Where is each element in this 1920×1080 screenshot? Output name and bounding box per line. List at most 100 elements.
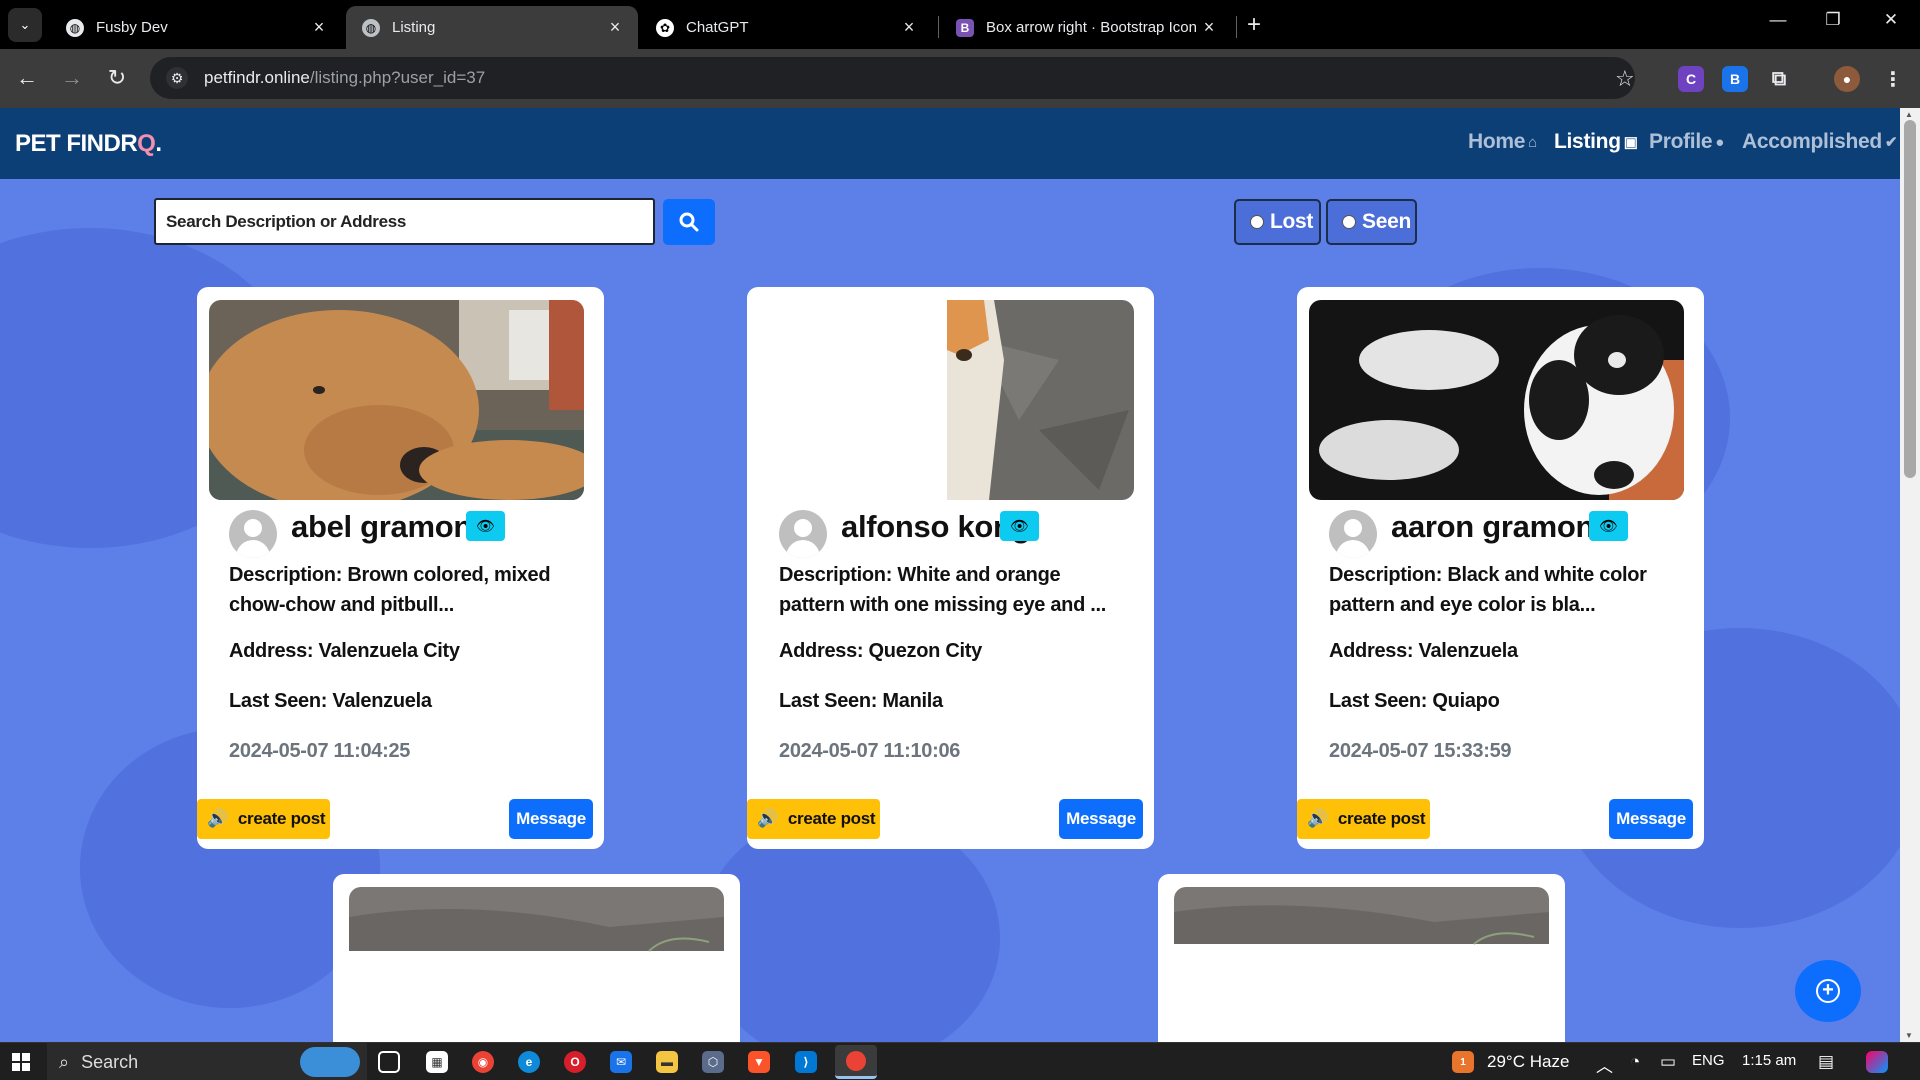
chatgpt-icon: ✿	[656, 18, 674, 37]
post-date: 2024-05-07 15:33:59	[1329, 740, 1512, 762]
plus-circle-icon: +	[1816, 979, 1840, 1003]
close-tab-icon[interactable]: ×	[606, 17, 624, 38]
eye-icon: 👁	[1599, 518, 1618, 535]
battery-icon[interactable]: ▭	[1660, 1052, 1676, 1072]
weather-icon: 1	[1452, 1051, 1474, 1073]
nav-accomplished[interactable]: Accomplished ✔	[1742, 130, 1898, 154]
notifications-icon[interactable]: ▤	[1818, 1052, 1834, 1072]
nav-profile[interactable]: Profile ●	[1649, 130, 1724, 154]
megaphone-icon: 🔊	[1307, 809, 1328, 828]
create-post-button[interactable]: 🔊 create post	[747, 799, 880, 839]
edge-icon[interactable]: e	[518, 1051, 540, 1073]
chrome-icon[interactable]: ◉	[472, 1051, 494, 1073]
task-view-icon[interactable]	[378, 1051, 400, 1073]
show-hidden-icons[interactable]: ︿	[1596, 1052, 1613, 1077]
windows-taskbar: ⌕ Search ▦ ◉ e O ✉ ▬ ⬡ ▼ ⟩ 1 29°C Haze ︿…	[0, 1042, 1920, 1080]
language-indicator[interactable]: ENG	[1692, 1052, 1725, 1069]
browser-menu-icon[interactable]: ⋮	[1880, 66, 1906, 92]
copilot-icon[interactable]	[1866, 1051, 1888, 1073]
filter-seen[interactable]: Seen	[1326, 199, 1417, 245]
minimize-icon[interactable]: —	[1763, 10, 1793, 30]
vscode-icon[interactable]: ⟩	[795, 1051, 817, 1073]
pet-card: aaron gramonte 👁 Description: Black and …	[1297, 287, 1704, 849]
bookmark-star-icon[interactable]: ☆	[1615, 66, 1635, 92]
site-info-icon[interactable]: ⚙	[166, 67, 188, 89]
forward-arrow-icon[interactable]: →	[57, 63, 87, 93]
chrome-active-icon[interactable]	[835, 1045, 877, 1079]
extension-shield-icon[interactable]: B	[1722, 66, 1748, 92]
close-tab-icon[interactable]: ×	[1200, 17, 1218, 38]
pet-last-seen: Last Seen: Manila	[779, 690, 943, 712]
mail-icon[interactable]: ✉	[610, 1051, 632, 1073]
brand-logo[interactable]: PET FINDRQ.	[15, 130, 162, 158]
url-host: petfindr.online	[204, 68, 310, 87]
extensions-puzzle-icon[interactable]: ⧉	[1766, 66, 1792, 92]
back-arrow-icon[interactable]: ←	[12, 63, 42, 93]
eye-icon: 👁	[476, 518, 495, 535]
create-post-button[interactable]: 🔊 create post	[197, 799, 330, 839]
tab-fusby-dev[interactable]: ◍ Fusby Dev ×	[50, 6, 342, 49]
search-button[interactable]	[663, 199, 715, 245]
close-tab-icon[interactable]: ×	[310, 17, 328, 38]
tab-search-button[interactable]: ⌄	[8, 8, 42, 42]
avatar	[779, 510, 827, 558]
pet-address: Address: Quezon City	[779, 640, 982, 662]
pet-photo[interactable]	[209, 300, 584, 500]
post-date: 2024-05-07 11:04:25	[229, 740, 411, 762]
pet-description: Description: Brown colored, mixed chow-c…	[229, 564, 551, 616]
view-button[interactable]: 👁	[1589, 511, 1628, 541]
scrollbar-thumb[interactable]	[1904, 120, 1916, 478]
brave-icon[interactable]: ▼	[748, 1051, 770, 1073]
avatar	[1329, 510, 1377, 558]
pet-photo[interactable]	[1309, 300, 1684, 500]
tab-chatgpt[interactable]: ✿ ChatGPT ×	[640, 6, 932, 49]
message-button[interactable]: Message	[509, 799, 593, 839]
create-post-button[interactable]: 🔊 create post	[1297, 799, 1430, 839]
file-explorer-icon[interactable]: ▬	[656, 1051, 678, 1073]
address-bar[interactable]: ⚙ petfindr.online/listing.php?user_id=37	[150, 57, 1635, 99]
pet-card: abel gramonte 👁 Description: Brown color…	[197, 287, 604, 849]
pet-photo[interactable]	[1174, 887, 1549, 1042]
listing-icon: ▣	[1623, 134, 1638, 151]
filter-lost[interactable]: Lost	[1234, 199, 1321, 245]
weather-text[interactable]: 29°C Haze	[1487, 1052, 1569, 1072]
scroll-up-icon[interactable]: ▲	[1905, 110, 1913, 119]
vpn-icon[interactable]: ⬡	[702, 1051, 724, 1073]
message-button[interactable]: Message	[1609, 799, 1693, 839]
new-tab-button[interactable]: +	[1247, 13, 1261, 37]
megaphone-icon: 🔊	[757, 809, 778, 828]
page-scrollbar[interactable]: ▲ ▼	[1900, 108, 1920, 1042]
tab-listing[interactable]: ◍ Listing ×	[346, 6, 638, 49]
add-post-fab[interactable]: +	[1795, 960, 1861, 1022]
radio-icon[interactable]	[1342, 215, 1356, 229]
clock[interactable]: 1:15 am	[1742, 1052, 1796, 1069]
radio-icon[interactable]	[1250, 215, 1264, 229]
nav-home[interactable]: Home ⌂	[1468, 130, 1537, 154]
close-window-icon[interactable]: ✕	[1876, 10, 1906, 30]
network-icon[interactable]: ◔	[1630, 1052, 1640, 1072]
windows-start-icon[interactable]	[12, 1053, 30, 1071]
message-button[interactable]: Message	[1059, 799, 1143, 839]
search-highlight-icon[interactable]	[300, 1047, 360, 1077]
pet-photo[interactable]	[759, 300, 1134, 500]
pet-photo[interactable]	[349, 887, 724, 1042]
store-icon[interactable]: ▦	[426, 1051, 448, 1073]
profile-avatar[interactable]: ●	[1834, 66, 1860, 92]
reload-icon[interactable]: ↻	[102, 63, 132, 93]
search-input[interactable]: Search Description or Address	[154, 198, 655, 245]
pet-last-seen: Last Seen: Valenzuela	[229, 690, 432, 712]
search-icon: ⌕	[59, 1051, 70, 1072]
view-button[interactable]: 👁	[1000, 511, 1039, 541]
tab-divider	[1236, 16, 1237, 38]
pet-card	[1158, 874, 1565, 1042]
view-button[interactable]: 👁	[466, 511, 505, 541]
opera-icon[interactable]: O	[564, 1051, 586, 1073]
tab-bootstrap-icons[interactable]: B Box arrow right · Bootstrap Icon ×	[940, 6, 1232, 49]
globe-icon: ◍	[362, 18, 380, 37]
browser-toolbar: ← → ↻ ⚙ petfindr.online/listing.php?user…	[0, 49, 1920, 108]
extension-c-icon[interactable]: C	[1678, 66, 1704, 92]
scroll-down-icon[interactable]: ▼	[1905, 1031, 1913, 1040]
restore-icon[interactable]: ❐	[1818, 10, 1848, 30]
close-tab-icon[interactable]: ×	[900, 17, 918, 38]
nav-listing[interactable]: Listing ▣	[1554, 130, 1638, 154]
